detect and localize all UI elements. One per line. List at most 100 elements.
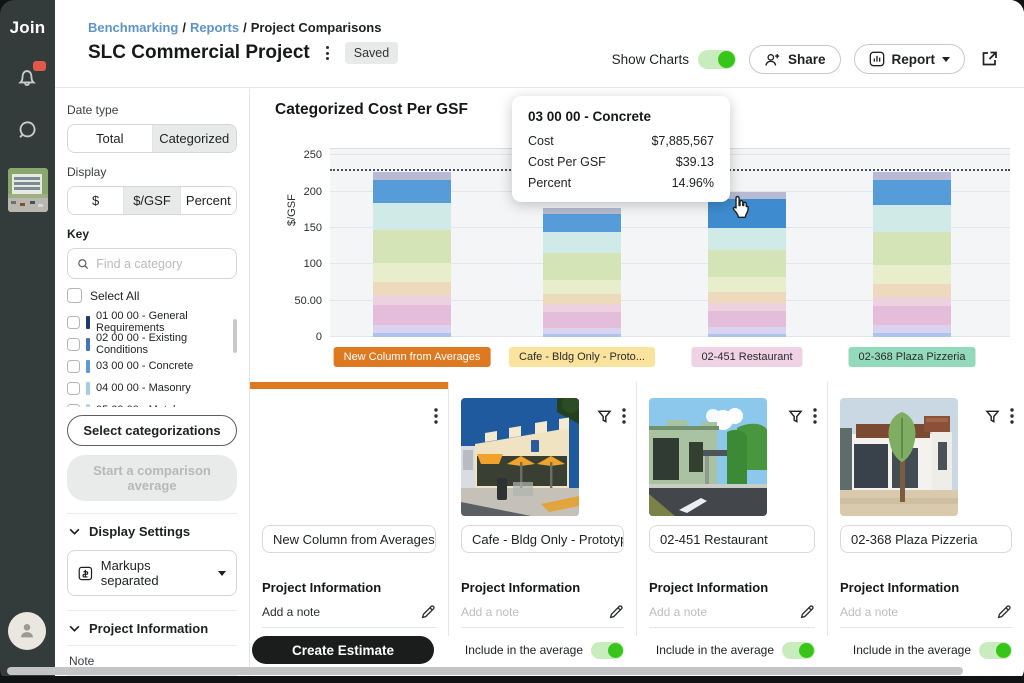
- category-search-input[interactable]: [96, 257, 227, 271]
- bar-segment[interactable]: [543, 304, 621, 312]
- horizontal-scrollbar[interactable]: [7, 667, 963, 675]
- card-menu-button[interactable]: [622, 408, 626, 424]
- bar-segment[interactable]: [873, 333, 951, 337]
- bar-segment[interactable]: [873, 172, 951, 180]
- bar-segment[interactable]: [873, 325, 951, 333]
- bar-segment[interactable]: [708, 277, 786, 292]
- project-information-section[interactable]: Project Information: [67, 610, 237, 645]
- user-avatar[interactable]: [8, 612, 46, 650]
- bar-segment[interactable]: [873, 180, 951, 205]
- bar-segment[interactable]: [708, 334, 786, 337]
- include-average-toggle[interactable]: [979, 642, 1012, 659]
- bar-segment[interactable]: [708, 311, 786, 327]
- card-filter-button[interactable]: [597, 409, 612, 424]
- category-key-row[interactable]: 04 00 00 - Masonry: [67, 377, 237, 399]
- stacked-bar[interactable]: [373, 172, 451, 337]
- bar-segment[interactable]: [708, 303, 786, 311]
- display-option[interactable]: $/GSF: [123, 187, 179, 214]
- include-average-toggle[interactable]: [591, 642, 624, 659]
- display-option[interactable]: Percent: [180, 187, 236, 214]
- pencil-icon-wrap[interactable]: [420, 604, 436, 620]
- category-checkbox[interactable]: [67, 338, 80, 351]
- bar-chip-label[interactable]: New Column from Averages: [334, 347, 491, 367]
- select-categorizations-button[interactable]: Select categorizations: [67, 415, 237, 446]
- bar-segment[interactable]: [373, 333, 451, 337]
- project-info-field-row[interactable]: Location: [67, 675, 237, 676]
- add-note-row[interactable]: Add a note: [840, 604, 1012, 628]
- card-filter-button[interactable]: [788, 409, 803, 424]
- category-checkbox[interactable]: [67, 360, 80, 373]
- bar-segment[interactable]: [873, 297, 951, 306]
- bar-segment[interactable]: [373, 263, 451, 282]
- bar-segment[interactable]: [543, 312, 621, 327]
- title-menu-button[interactable]: [320, 43, 335, 63]
- bar-segment[interactable]: [543, 214, 621, 232]
- notifications-button[interactable]: [14, 64, 42, 92]
- project-name-field[interactable]: 02-368 Plaza Pizzeria: [840, 525, 1012, 553]
- bar-segment[interactable]: [373, 305, 451, 325]
- card-menu-button[interactable]: [434, 408, 438, 424]
- select-all-checkbox[interactable]: [67, 288, 82, 303]
- project-name-field[interactable]: New Column from Averages: [262, 525, 436, 553]
- add-note-row[interactable]: Add a note: [262, 604, 436, 628]
- create-estimate-button[interactable]: Create Estimate: [252, 636, 434, 664]
- bar-segment[interactable]: [873, 284, 951, 297]
- add-note-row[interactable]: Add a note: [649, 604, 815, 628]
- category-search[interactable]: [67, 248, 237, 279]
- bar-segment[interactable]: [708, 292, 786, 303]
- date-type-option[interactable]: Total: [68, 125, 152, 152]
- card-filter-button[interactable]: [985, 409, 1000, 424]
- category-checkbox[interactable]: [67, 316, 80, 329]
- bar-segment[interactable]: [373, 203, 451, 230]
- bar-segment[interactable]: [543, 253, 621, 279]
- bar-segment[interactable]: [873, 306, 951, 325]
- display-settings-section[interactable]: Display Settings: [67, 513, 237, 548]
- breadcrumb-item[interactable]: Benchmarking: [88, 20, 178, 35]
- markups-dropdown[interactable]: Markups separated: [67, 550, 237, 596]
- bar-segment[interactable]: [873, 232, 951, 265]
- project-thumbnail[interactable]: [8, 168, 48, 212]
- bar-segment[interactable]: [873, 205, 951, 232]
- project-name-field[interactable]: 02-451 Restaurant: [649, 525, 815, 553]
- category-key-row[interactable]: 01 00 00 - General Requirements: [67, 311, 237, 333]
- bar-segment[interactable]: [373, 230, 451, 263]
- bar-segment[interactable]: [708, 250, 786, 277]
- bar-chip-label[interactable]: Cafe - Bldg Only - Proto...: [509, 347, 655, 367]
- add-note-row[interactable]: Add a note: [461, 604, 624, 628]
- bar-segment[interactable]: [373, 282, 451, 295]
- stacked-bar[interactable]: [873, 172, 951, 337]
- bar-segment[interactable]: [543, 294, 621, 304]
- share-button[interactable]: Share: [749, 45, 841, 74]
- category-key-row[interactable]: 03 00 00 - Concrete: [67, 355, 237, 377]
- display-option[interactable]: $: [68, 187, 123, 214]
- pencil-icon-wrap[interactable]: [996, 604, 1012, 620]
- bar-segment[interactable]: [373, 295, 451, 305]
- pencil-icon-wrap[interactable]: [608, 604, 624, 620]
- card-menu-button[interactable]: [1010, 408, 1014, 424]
- select-all-row[interactable]: Select All: [67, 288, 237, 303]
- category-checkbox[interactable]: [67, 382, 80, 395]
- project-name-field[interactable]: Cafe - Bldg Only - Prototype: [461, 525, 624, 553]
- bar-segment[interactable]: [373, 180, 451, 203]
- report-button[interactable]: Report: [854, 44, 966, 74]
- bar-segment[interactable]: [543, 334, 621, 337]
- bar-segment[interactable]: [543, 280, 621, 295]
- pencil-icon-wrap[interactable]: [799, 604, 815, 620]
- bar-segment[interactable]: [873, 265, 951, 284]
- show-charts-toggle[interactable]: [698, 50, 736, 69]
- bar-segment[interactable]: [708, 228, 786, 251]
- category-key-row[interactable]: 05 00 00 - Metals: [67, 399, 237, 407]
- bar-segment[interactable]: [373, 172, 451, 180]
- search-rail-button[interactable]: [14, 118, 42, 146]
- date-type-option[interactable]: Categorized: [152, 125, 237, 152]
- export-button[interactable]: [978, 48, 1000, 70]
- breadcrumb-item[interactable]: Reports: [190, 20, 239, 35]
- bar-segment[interactable]: [543, 232, 621, 253]
- include-average-toggle[interactable]: [782, 642, 815, 659]
- bar-segment[interactable]: [373, 325, 451, 333]
- bar-chip-label[interactable]: 02-368 Plaza Pizzeria: [848, 347, 975, 367]
- bar-chip-label[interactable]: 02-451 Restaurant: [691, 347, 802, 367]
- key-list-scrollbar[interactable]: [233, 319, 237, 353]
- category-checkbox[interactable]: [67, 404, 80, 408]
- category-key-row[interactable]: 02 00 00 - Existing Conditions: [67, 333, 237, 355]
